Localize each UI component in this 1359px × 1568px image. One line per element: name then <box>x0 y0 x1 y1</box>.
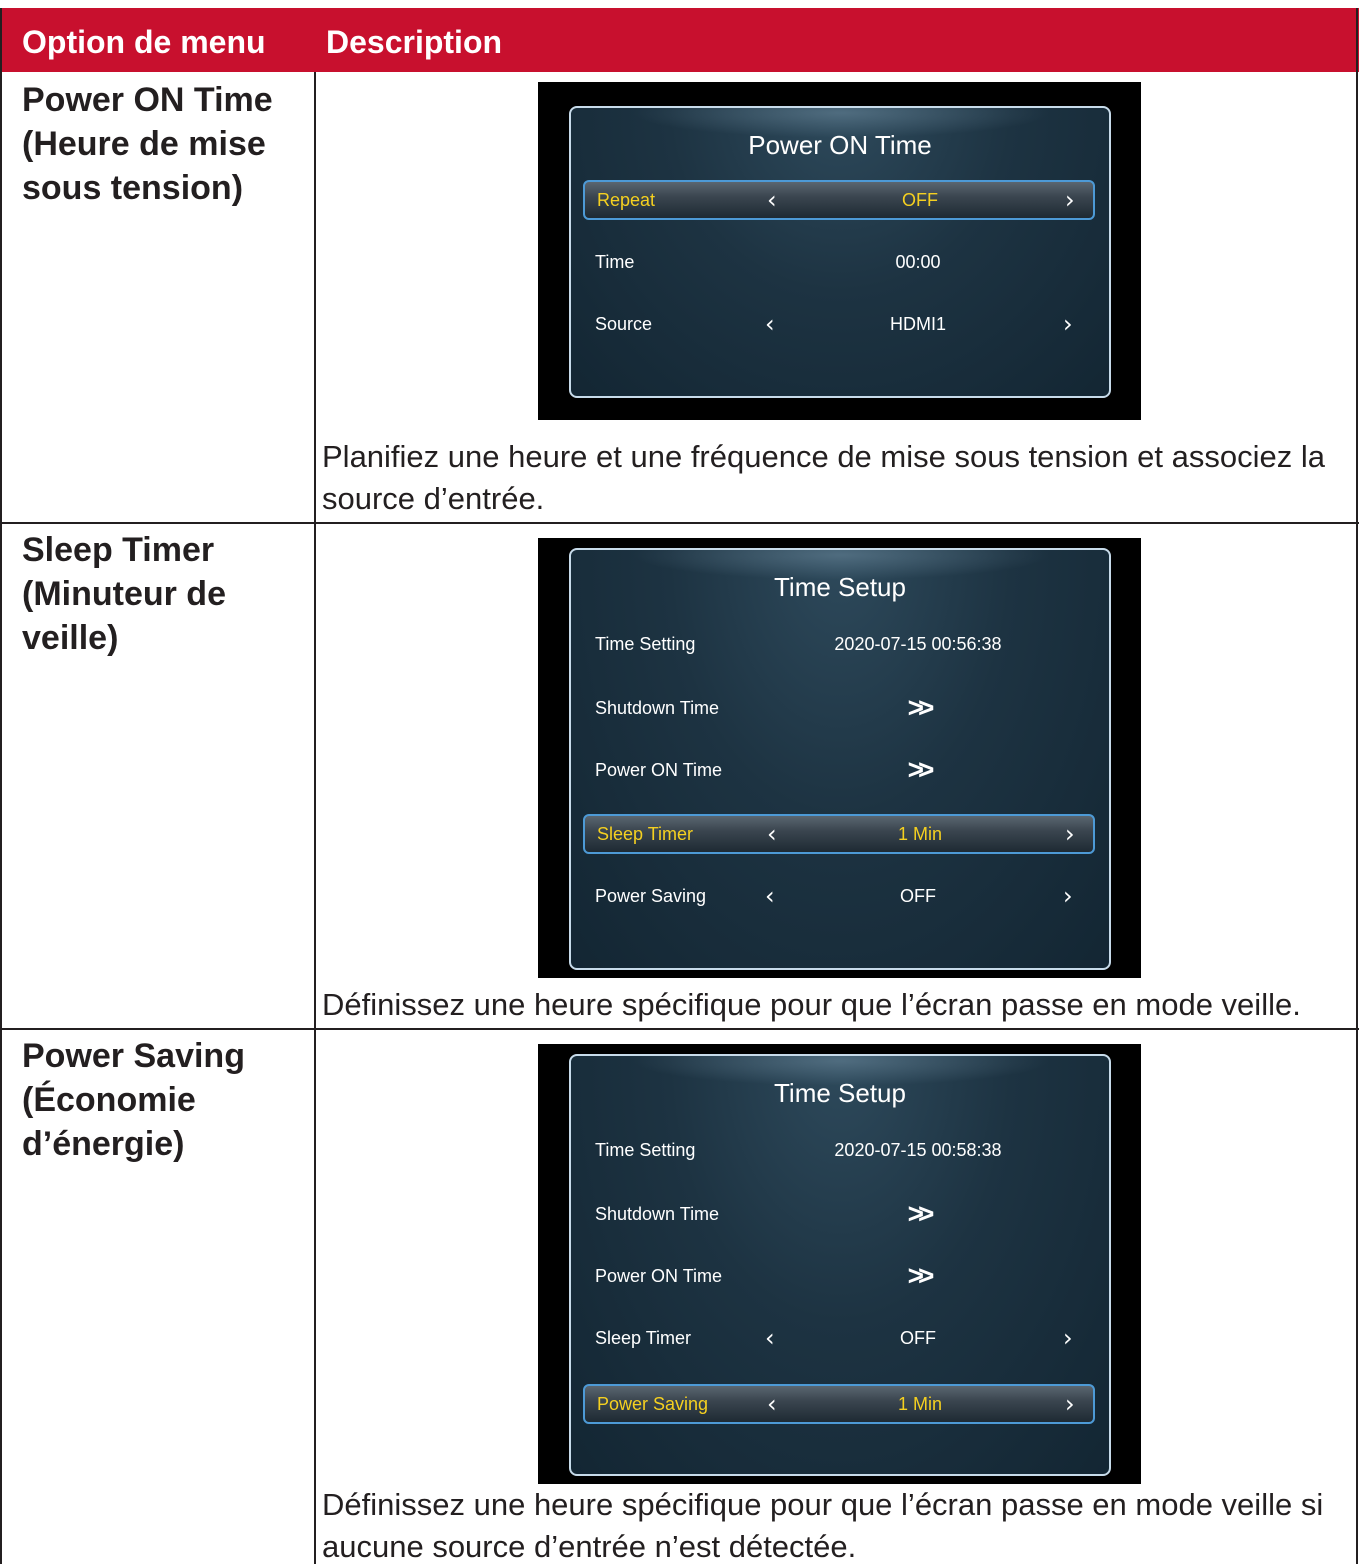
chevron-right-icon[interactable]: › <box>1065 1390 1075 1418</box>
osd-row-value: OFF <box>902 190 938 210</box>
option-line: Power Saving <box>22 1037 245 1075</box>
osd-panel: Time Setup Time Setting 2020-07-15 00:56… <box>569 548 1111 970</box>
table-border-right <box>1356 8 1358 1564</box>
chevron-right-icon[interactable]: › <box>1063 310 1073 338</box>
option-line: veille) <box>22 619 119 657</box>
osd-row-label: Power ON Time <box>595 760 723 780</box>
osd-screenshot-power-saving: Time Setup Time Setting 2020-07-15 00:58… <box>538 1044 1141 1484</box>
osd-row-shutdown-time[interactable]: Shutdown Time >> <box>583 1196 1095 1236</box>
option-line: sous tension) <box>22 169 244 207</box>
osd-row-power-saving[interactable]: Power Saving ‹ OFF › <box>583 878 1095 918</box>
option-line: (Économie <box>22 1081 196 1119</box>
osd-panel: Time Setup Time Setting 2020-07-15 00:58… <box>569 1054 1111 1476</box>
option-sleep-timer: Sleep Timer (Minuteur de veille) <box>22 528 302 660</box>
description-power-on-time: Planifiez une heure et une fréquence de … <box>322 436 1352 520</box>
osd-row-value: OFF <box>900 1328 936 1348</box>
column-divider <box>314 72 316 1564</box>
description-line: Définissez une heure spécifique pour que… <box>322 1487 1324 1522</box>
table-header: Option de menu Description <box>0 8 1359 72</box>
description-line: source d’entrée. <box>322 481 545 516</box>
osd-row-power-on-time[interactable]: Power ON Time >> <box>583 752 1095 792</box>
osd-row-sleep-timer[interactable]: Sleep Timer ‹ OFF › <box>583 1320 1095 1360</box>
osd-row-label: Repeat <box>597 190 656 210</box>
osd-row-label: Source <box>595 314 653 334</box>
osd-panel: Power ON Time Repeat ‹ OFF › Time 00:00 … <box>569 106 1111 398</box>
header-option-label: Option de menu <box>22 24 266 60</box>
osd-row-label: Power Saving <box>597 1394 709 1414</box>
description-sleep-timer: Définissez une heure spécifique pour que… <box>322 984 1352 1026</box>
description-line: aucune source d’entrée n’est détectée. <box>322 1529 857 1564</box>
osd-title: Power ON Time <box>748 130 932 160</box>
row-divider-2 <box>0 1028 1359 1030</box>
osd-row-value: OFF <box>900 886 936 906</box>
osd-row-power-saving[interactable]: Power Saving ‹ 1 Min › <box>583 1384 1095 1424</box>
osd-row-value: 2020-07-15 00:58:38 <box>834 1140 1002 1160</box>
option-line: (Heure de mise <box>22 125 266 163</box>
osd-row-time-setting[interactable]: Time Setting 2020-07-15 00:56:38 <box>583 626 1095 666</box>
option-line: Power ON Time <box>22 81 273 119</box>
option-power-on-time: Power ON Time (Heure de mise sous tensio… <box>22 78 302 210</box>
chevron-right-icon[interactable]: › <box>1065 820 1075 848</box>
osd-screenshot-sleep-timer: Time Setup Time Setting 2020-07-15 00:56… <box>538 538 1141 978</box>
header-description-label: Description <box>326 24 503 60</box>
osd-row-label: Power ON Time <box>595 1266 723 1286</box>
osd-row-shutdown-time[interactable]: Shutdown Time >> <box>583 690 1095 730</box>
osd-title: Time Setup <box>774 1078 906 1108</box>
osd-row-label: Sleep Timer <box>597 824 694 844</box>
description-line: Planifiez une heure et une fréquence de … <box>322 439 1325 474</box>
osd-row-label: Shutdown Time <box>595 698 720 718</box>
option-line: (Minuteur de <box>22 575 226 613</box>
description-power-saving: Définissez une heure spécifique pour que… <box>322 1484 1352 1568</box>
osd-row-label: Time <box>595 252 635 272</box>
chevron-right-icon[interactable]: › <box>1063 882 1073 910</box>
osd-row-time[interactable]: Time 00:00 <box>583 244 1095 284</box>
chevron-right-icon[interactable]: › <box>1065 186 1075 214</box>
double-chevron-right-icon[interactable]: >> <box>743 754 1093 786</box>
osd-row-value: 2020-07-15 00:56:38 <box>834 634 1002 654</box>
option-line: Sleep Timer <box>22 531 215 569</box>
osd-row-value: 1 Min <box>897 1394 942 1414</box>
osd-row-repeat[interactable]: Repeat ‹ OFF › <box>583 180 1095 220</box>
description-line: Définissez une heure spécifique pour que… <box>322 987 1301 1022</box>
osd-row-label: Time Setting <box>595 1140 696 1160</box>
osd-row-value: 00:00 <box>895 252 941 272</box>
osd-row-label: Power Saving <box>595 886 707 906</box>
double-chevron-right-icon[interactable]: >> <box>743 692 1093 724</box>
osd-row-power-on-time[interactable]: Power ON Time >> <box>583 1258 1095 1298</box>
double-chevron-right-icon[interactable]: >> <box>743 1198 1093 1230</box>
osd-title: Time Setup <box>774 572 906 602</box>
osd-row-value: 1 Min <box>897 824 942 844</box>
osd-row-sleep-timer[interactable]: Sleep Timer ‹ 1 Min › <box>583 814 1095 854</box>
osd-row-value: HDMI1 <box>889 314 946 334</box>
table-border-left <box>0 8 2 1564</box>
osd-row-time-setting[interactable]: Time Setting 2020-07-15 00:58:38 <box>583 1132 1095 1172</box>
osd-row-label: Sleep Timer <box>595 1328 692 1348</box>
osd-row-source[interactable]: Source ‹ HDMI1 › <box>583 306 1095 346</box>
chevron-right-icon[interactable]: › <box>1063 1324 1073 1352</box>
double-chevron-right-icon[interactable]: >> <box>743 1260 1093 1292</box>
osd-screenshot-power-on-time: Power ON Time Repeat ‹ OFF › Time 00:00 … <box>538 82 1141 420</box>
option-line: d’énergie) <box>22 1125 185 1163</box>
row-divider-1 <box>0 522 1359 524</box>
osd-row-label: Time Setting <box>595 634 696 654</box>
option-power-saving: Power Saving (Économie d’énergie) <box>22 1034 302 1166</box>
osd-row-label: Shutdown Time <box>595 1204 720 1224</box>
